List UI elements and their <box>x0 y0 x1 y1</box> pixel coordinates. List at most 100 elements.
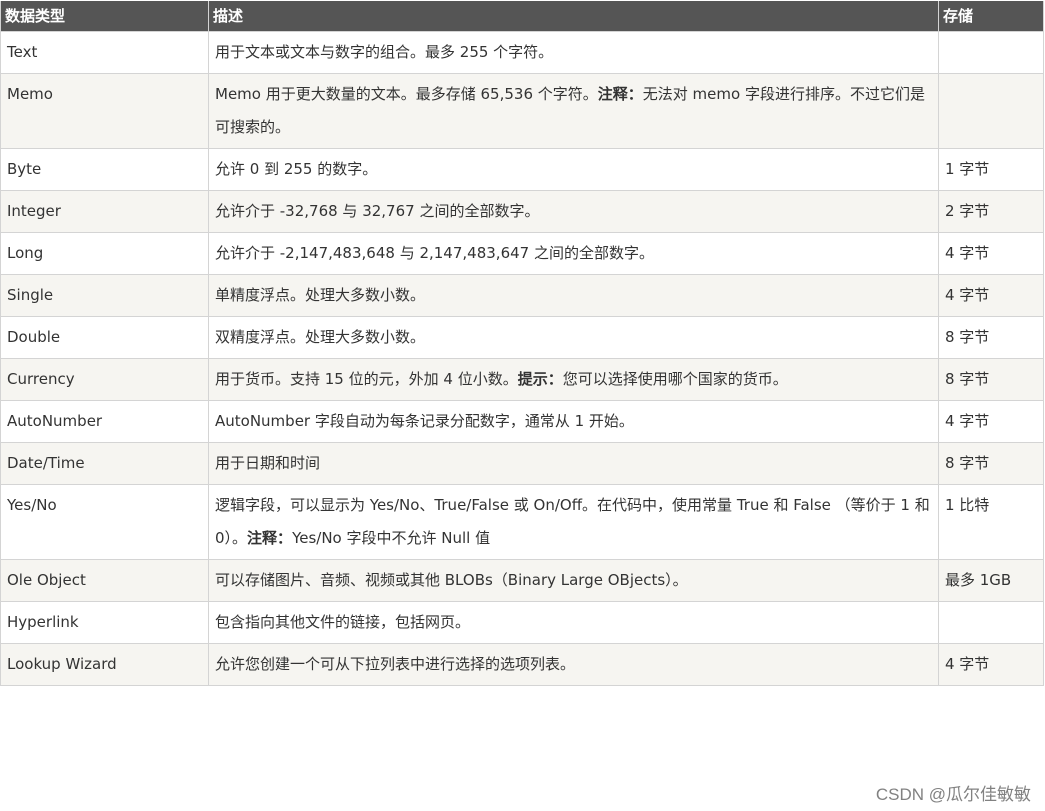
description-text: 允许介于 -32,768 与 32,767 之间的全部数字。 <box>215 195 930 228</box>
table-row: Lookup Wizard 允许您创建一个可从下拉列表中进行选择的选项列表。 4 字… <box>0 643 1044 686</box>
cell-type: AutoNumber <box>0 400 209 443</box>
table-row: Integer 允许介于 -32,768 与 32,767 之间的全部数字。 2 字… <box>0 190 1044 233</box>
description-segment: 单精度浮点。处理大多数小数。 <box>215 286 426 304</box>
description-segment: 用于文本或文本与数字的组合。最多 255 个字符。 <box>215 43 554 61</box>
cell-description: 用于货币。支持 15 位的元，外加 4 位小数。提示：您可以选择使用哪个国家的货… <box>208 358 939 401</box>
type-text: AutoNumber <box>7 412 103 430</box>
cell-type: Double <box>0 316 209 359</box>
description-segment: 用于日期和时间 <box>215 454 321 472</box>
table-row: Byte 允许 0 到 255 的数字。 1 字节 <box>0 148 1044 191</box>
cell-type: Currency <box>0 358 209 401</box>
description-text: 用于文本或文本与数字的组合。最多 255 个字符。 <box>215 36 930 69</box>
storage-text: 4 字节 <box>945 655 990 673</box>
cell-description: Memo 用于更大数量的文本。最多存储 65,536 个字符。注释：无法对 me… <box>208 73 939 149</box>
description-text: 用于货币。支持 15 位的元，外加 4 位小数。提示：您可以选择使用哪个国家的货… <box>215 363 930 396</box>
cell-type: Single <box>0 274 209 317</box>
table-row: Double 双精度浮点。处理大多数小数。 8 字节 <box>0 316 1044 359</box>
storage-text: 1 字节 <box>945 160 990 178</box>
type-text: Byte <box>7 160 42 178</box>
description-text: 逻辑字段，可以显示为 Yes/No、True/False 或 On/Off。在代… <box>215 489 930 555</box>
cell-description: 可以存储图片、音频、视频或其他 BLOBs（Binary Large OBjec… <box>208 559 939 602</box>
data-type-table: 数据类型 描述 存储 Text 用于文本或文本与数字的组合。最多 255 个字符。… <box>0 1 1044 686</box>
cell-storage: 8 字节 <box>938 358 1044 401</box>
storage-text: 2 字节 <box>945 202 990 220</box>
cell-type: Lookup Wizard <box>0 643 209 686</box>
cell-type: Text <box>0 31 209 74</box>
cell-description: 允许您创建一个可从下拉列表中进行选择的选项列表。 <box>208 643 939 686</box>
table-row: Ole Object 可以存储图片、音频、视频或其他 BLOBs（Binary L… <box>0 559 1044 602</box>
cell-description: 双精度浮点。处理大多数小数。 <box>208 316 939 359</box>
description-segment: Memo 用于更大数量的文本。最多存储 65,536 个字符。 <box>215 85 598 103</box>
description-segment: 双精度浮点。处理大多数小数。 <box>215 328 426 346</box>
table-body: Text 用于文本或文本与数字的组合。最多 255 个字符。 Memo Memo 用于… <box>0 31 1044 686</box>
cell-storage <box>938 601 1044 644</box>
cell-type: Hyperlink <box>0 601 209 644</box>
header-description: 描述 <box>208 1 939 32</box>
cell-storage: 4 字节 <box>938 232 1044 275</box>
header-row: 数据类型 描述 存储 <box>0 1 1044 32</box>
storage-text: 8 字节 <box>945 370 990 388</box>
cell-type: Byte <box>0 148 209 191</box>
cell-description: 允许介于 -2,147,483,648 与 2,147,483,647 之间的全… <box>208 232 939 275</box>
type-text: Single <box>7 286 54 304</box>
description-segment: 可以存储图片、音频、视频或其他 BLOBs（Binary Large OBjec… <box>215 571 688 589</box>
cell-type: Date/Time <box>0 442 209 485</box>
table-row: Single 单精度浮点。处理大多数小数。 4 字节 <box>0 274 1044 317</box>
description-segment: 您可以选择使用哪个国家的货币。 <box>562 370 788 388</box>
cell-storage: 8 字节 <box>938 442 1044 485</box>
cell-type: Integer <box>0 190 209 233</box>
cell-type: Long <box>0 232 209 275</box>
cell-storage: 4 字节 <box>938 643 1044 686</box>
description-text: Memo 用于更大数量的文本。最多存储 65,536 个字符。注释：无法对 me… <box>215 78 930 144</box>
cell-storage: 4 字节 <box>938 274 1044 317</box>
cell-description: 单精度浮点。处理大多数小数。 <box>208 274 939 317</box>
storage-text: 8 字节 <box>945 454 990 472</box>
description-segment: 允许您创建一个可从下拉列表中进行选择的选项列表。 <box>215 655 576 673</box>
cell-description: 包含指向其他文件的链接，包括网页。 <box>208 601 939 644</box>
cell-description: 用于文本或文本与数字的组合。最多 255 个字符。 <box>208 31 939 74</box>
cell-description: 允许介于 -32,768 与 32,767 之间的全部数字。 <box>208 190 939 233</box>
cell-storage <box>938 31 1044 74</box>
description-text: AutoNumber 字段自动为每条记录分配数字，通常从 1 开始。 <box>215 405 930 438</box>
table-row: Text 用于文本或文本与数字的组合。最多 255 个字符。 <box>0 31 1044 74</box>
table-row: AutoNumber AutoNumber 字段自动为每条记录分配数字，通常从 1… <box>0 400 1044 443</box>
table-row: Hyperlink 包含指向其他文件的链接，包括网页。 <box>0 601 1044 644</box>
description-text: 双精度浮点。处理大多数小数。 <box>215 321 930 354</box>
type-text: Memo <box>7 85 53 103</box>
table-row: Memo Memo 用于更大数量的文本。最多存储 65,536 个字符。注释：无法… <box>0 73 1044 149</box>
description-note-label: 注释： <box>247 529 293 547</box>
description-note-label: 提示： <box>517 370 563 388</box>
description-text: 允许介于 -2,147,483,648 与 2,147,483,647 之间的全… <box>215 237 930 270</box>
cell-type: Ole Object <box>0 559 209 602</box>
description-text: 单精度浮点。处理大多数小数。 <box>215 279 930 312</box>
storage-text: 8 字节 <box>945 328 990 346</box>
type-text: Currency <box>7 370 75 388</box>
table-row: Yes/No 逻辑字段，可以显示为 Yes/No、True/False 或 On/… <box>0 484 1044 560</box>
cell-description: 允许 0 到 255 的数字。 <box>208 148 939 191</box>
description-text: 允许 0 到 255 的数字。 <box>215 153 930 186</box>
type-text: Lookup Wizard <box>7 655 117 673</box>
cell-storage: 8 字节 <box>938 316 1044 359</box>
cell-description: AutoNumber 字段自动为每条记录分配数字，通常从 1 开始。 <box>208 400 939 443</box>
table-row: Currency 用于货币。支持 15 位的元，外加 4 位小数。提示：您可以选择… <box>0 358 1044 401</box>
description-text: 用于日期和时间 <box>215 447 930 480</box>
header-type: 数据类型 <box>0 1 209 32</box>
cell-description: 逻辑字段，可以显示为 Yes/No、True/False 或 On/Off。在代… <box>208 484 939 560</box>
description-segment: Yes/No 字段中不允许 Null 值 <box>292 529 491 547</box>
cell-storage: 2 字节 <box>938 190 1044 233</box>
type-text: Hyperlink <box>7 613 79 631</box>
cell-storage: 1 字节 <box>938 148 1044 191</box>
header-storage: 存储 <box>938 1 1044 32</box>
table-row: Date/Time 用于日期和时间 8 字节 <box>0 442 1044 485</box>
description-segment: 用于货币。支持 15 位的元，外加 4 位小数。 <box>215 370 518 388</box>
description-segment: 允许介于 -2,147,483,648 与 2,147,483,647 之间的全… <box>215 244 654 262</box>
table-header: 数据类型 描述 存储 <box>0 1 1044 32</box>
type-text: Ole Object <box>7 571 86 589</box>
type-text: Yes/No <box>7 496 57 514</box>
description-segment: 允许 0 到 255 的数字。 <box>215 160 378 178</box>
type-text: Date/Time <box>7 454 85 472</box>
description-text: 允许您创建一个可从下拉列表中进行选择的选项列表。 <box>215 648 930 681</box>
page: 数据类型 描述 存储 Text 用于文本或文本与数字的组合。最多 255 个字符。… <box>0 0 1045 811</box>
storage-text: 4 字节 <box>945 412 990 430</box>
description-text: 包含指向其他文件的链接，包括网页。 <box>215 606 930 639</box>
